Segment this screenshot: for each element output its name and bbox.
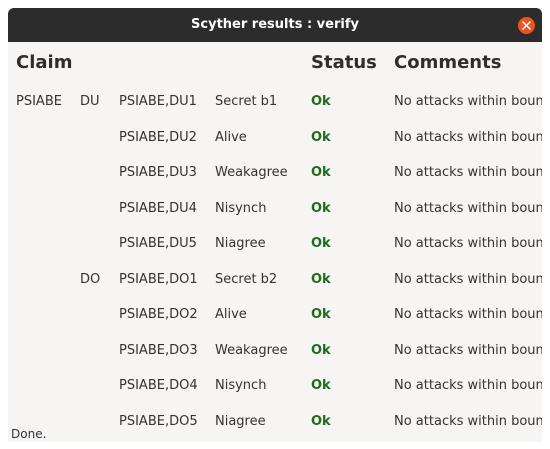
- claim-type-cell: Nisynch: [215, 201, 267, 216]
- status-ok-cell: Ok: [311, 343, 331, 358]
- comment-cell: No attacks within bounds.: [394, 130, 542, 145]
- claim-id-cell: PSIABE,DU2: [119, 130, 197, 145]
- comments-header: Comments: [394, 52, 502, 73]
- claim-type-cell: Alive: [215, 130, 247, 145]
- status-ok-cell: Ok: [311, 414, 331, 429]
- claim-type-cell: Niagree: [215, 236, 266, 251]
- claim-id-cell: PSIABE,DU3: [119, 165, 197, 180]
- status-ok-cell: Ok: [311, 236, 331, 251]
- results-window: Scyther results : verify Claim Status Co…: [8, 8, 542, 442]
- claim-id-cell: PSIABE,DU1: [119, 94, 197, 109]
- results-table: Claim Status Comments PSIABE DU PSIABE,DU1…: [8, 42, 542, 442]
- claim-type-cell: Secret b2: [215, 272, 278, 287]
- claim-header: Claim: [16, 52, 73, 73]
- comment-cell: No attacks within bounds.: [394, 343, 542, 358]
- status-ok-cell: Ok: [311, 94, 331, 109]
- comment-cell: No attacks within bounds.: [394, 307, 542, 322]
- comment-cell: No attacks within bounds.: [394, 94, 542, 109]
- claim-id-cell: PSIABE,DO3: [119, 343, 198, 358]
- status-ok-cell: Ok: [311, 272, 331, 287]
- status-text: Done.: [11, 427, 47, 441]
- comment-cell: No attacks within bounds.: [394, 272, 542, 287]
- claim-type-cell: Weakagree: [215, 165, 288, 180]
- status-header: Status: [311, 52, 377, 73]
- status-ok-cell: Ok: [311, 130, 331, 145]
- comment-cell: No attacks within bounds.: [394, 236, 542, 251]
- claim-id-cell: PSIABE,DU5: [119, 236, 197, 251]
- comment-cell: No attacks within bounds.: [394, 378, 542, 393]
- claim-type-cell: Alive: [215, 307, 247, 322]
- window-title: Scyther results : verify: [191, 17, 359, 32]
- claim-type-cell: Nisynch: [215, 378, 267, 393]
- close-icon: [522, 21, 531, 30]
- role-cell: DU: [80, 94, 100, 109]
- claim-type-cell: Niagree: [215, 414, 266, 429]
- status-ok-cell: Ok: [311, 201, 331, 216]
- claim-type-cell: Secret b1: [215, 94, 278, 109]
- comment-cell: No attacks within bounds.: [394, 414, 542, 429]
- claim-id-cell: PSIABE,DO2: [119, 307, 198, 322]
- role-cell: DO: [80, 272, 101, 287]
- claim-id-cell: PSIABE,DO1: [119, 272, 198, 287]
- claim-id-cell: PSIABE,DU4: [119, 201, 197, 216]
- close-button[interactable]: [518, 17, 535, 34]
- claim-id-cell: PSIABE,DO5: [119, 414, 198, 429]
- claim-id-cell: PSIABE,DO4: [119, 378, 198, 393]
- status-ok-cell: Ok: [311, 307, 331, 322]
- status-ok-cell: Ok: [311, 378, 331, 393]
- title-bar[interactable]: Scyther results : verify: [8, 8, 542, 42]
- status-ok-cell: Ok: [311, 165, 331, 180]
- comment-cell: No attacks within bounds.: [394, 201, 542, 216]
- protocol-cell: PSIABE: [16, 94, 62, 109]
- comment-cell: No attacks within bounds.: [394, 165, 542, 180]
- claim-type-cell: Weakagree: [215, 343, 288, 358]
